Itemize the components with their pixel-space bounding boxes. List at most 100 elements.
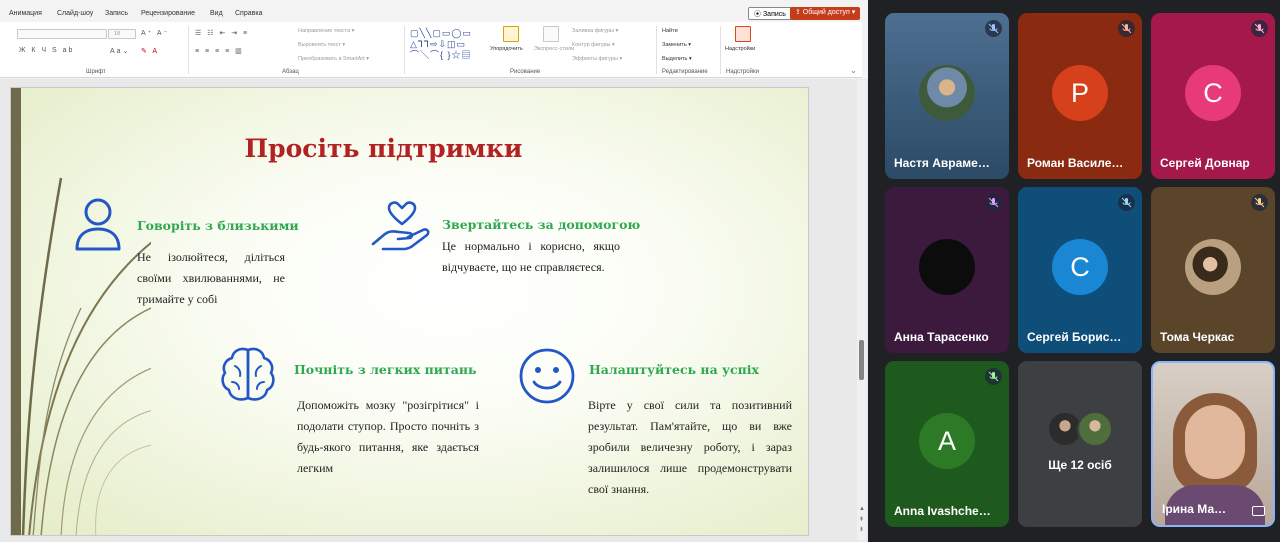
- shape-effects-label[interactable]: Эффекты фигуры ▾: [572, 56, 622, 62]
- participant-tile[interactable]: P Роман Василе…: [1018, 13, 1142, 179]
- text-format-icons[interactable]: Ж К Ч S ab: [19, 47, 74, 54]
- participant-avatar: C: [1052, 239, 1108, 295]
- ribbon-separator: [656, 26, 657, 74]
- participant-name: Сергей Довнар: [1160, 156, 1250, 170]
- muted-mic-icon: [985, 194, 1002, 211]
- addins-button[interactable]: Надстройки: [725, 46, 755, 52]
- item-body: Це нормально і корисно, якщо відчуваєте,…: [442, 239, 620, 274]
- font-family-select[interactable]: [17, 29, 107, 39]
- select-button[interactable]: Выделить ▾: [662, 56, 692, 62]
- participant-name: Ірина Ма…: [1162, 502, 1227, 516]
- text-direction-label[interactable]: Направление текста ▾: [298, 28, 354, 34]
- shape-outline-label[interactable]: Контур фигуры ▾: [572, 42, 615, 48]
- muted-mic-icon: [1251, 194, 1268, 211]
- font-color-icon[interactable]: ✎ A: [141, 47, 159, 55]
- ribbon-group-editing: Редактирование: [662, 69, 708, 75]
- more-participants-label: Ще 12 осіб: [1048, 458, 1112, 472]
- express-styles-icon[interactable]: [543, 26, 559, 42]
- menu-bar: Анимация Слайд-шоу Запись Рецензирование…: [0, 6, 868, 22]
- ribbon-group-paragraph: Абзац: [282, 69, 299, 75]
- participant-face: [1185, 405, 1245, 479]
- align-text-label[interactable]: Выровнять текст ▾: [298, 42, 345, 48]
- menu-help[interactable]: Справка: [235, 10, 262, 17]
- item-heading: Налаштуйтесь на успіх: [589, 362, 759, 377]
- ribbon-group-font: Шрифт: [86, 69, 106, 75]
- pin-screen-icon[interactable]: [1252, 506, 1265, 516]
- participant-name: Сергей Борис…: [1027, 330, 1122, 344]
- muted-mic-icon: [1118, 20, 1135, 37]
- person-icon: [75, 198, 121, 251]
- video-call-panel: Настя Авраме… P Роман Василе… C Сергей Д…: [868, 0, 1280, 542]
- next-slide-icon[interactable]: ⇟: [859, 526, 864, 533]
- arrange-label[interactable]: Упорядочить: [490, 46, 523, 52]
- app-root: Анимация Слайд-шоу Запись Рецензирование…: [0, 0, 1280, 542]
- shape-fill-label[interactable]: Заливка фигуры ▾: [572, 28, 618, 34]
- addins-icon[interactable]: [735, 26, 751, 42]
- record-button[interactable]: ⦿ Запись: [748, 7, 792, 20]
- participant-avatar: P: [1052, 65, 1108, 121]
- participant-tile[interactable]: Тома Черкас: [1151, 187, 1275, 353]
- vertical-scrollbar[interactable]: [857, 80, 866, 540]
- participant-tile[interactable]: Анна Тарасенко: [885, 187, 1009, 353]
- ribbon-group-addins: Надстройки: [726, 69, 759, 75]
- participant-tile[interactable]: C Сергей Довнар: [1151, 13, 1275, 179]
- scroll-up-arrow-icon[interactable]: ▲: [859, 506, 865, 512]
- participant-photo: [1185, 239, 1241, 295]
- replace-button[interactable]: Заменить ▾: [662, 42, 691, 48]
- slide-title: Просіть підтримки: [244, 134, 523, 163]
- scrollbar-thumb[interactable]: [859, 340, 864, 380]
- participant-name: Настя Авраме…: [894, 156, 990, 170]
- muted-mic-icon: [1118, 194, 1135, 211]
- font-size-value: 18: [114, 31, 121, 37]
- muted-mic-icon: [1251, 20, 1268, 37]
- item-body: Допоможіть мозку "розігрітися" і подолат…: [297, 398, 479, 475]
- menu-slideshow[interactable]: Слайд-шоу: [57, 10, 93, 17]
- prev-slide-icon[interactable]: ⇞: [859, 516, 864, 523]
- menu-review[interactable]: Рецензирование: [141, 10, 195, 17]
- hand-heart-icon: [371, 201, 430, 251]
- menu-view[interactable]: Вид: [210, 10, 223, 17]
- menu-record[interactable]: Запись: [105, 10, 128, 17]
- participant-avatar: C: [1185, 65, 1241, 121]
- participant-video-tile[interactable]: Ірина Ма…: [1151, 361, 1275, 527]
- arrange-icon[interactable]: [503, 26, 519, 42]
- brain-icon: [221, 347, 275, 401]
- muted-mic-icon: [985, 368, 1002, 385]
- item-body: Вірте у свої сили та позитивний результа…: [588, 398, 792, 496]
- muted-mic-icon: [985, 20, 1002, 37]
- ribbon-collapse-icon[interactable]: ⌄: [850, 66, 857, 75]
- font-grow-icon[interactable]: A⁺ A⁻: [141, 29, 169, 37]
- participant-name: Anna Ivashche…: [894, 504, 991, 518]
- text-case-icon[interactable]: Aa⌄: [110, 47, 130, 55]
- participant-photo: [919, 65, 975, 121]
- smile-icon: [519, 348, 575, 404]
- align-icons[interactable]: ≡ ≡ ≡ ≡ ▥: [195, 47, 244, 55]
- item-heading: Почніть з легких питань: [294, 362, 477, 377]
- ribbon-separator: [404, 26, 405, 74]
- express-styles-label[interactable]: Экспресс-стили: [534, 46, 574, 52]
- font-size-select[interactable]: 18: [108, 29, 136, 39]
- participant-tile[interactable]: A Anna Ivashche…: [885, 361, 1009, 527]
- ribbon-separator: [720, 26, 721, 74]
- participant-name: Тома Черкас: [1160, 330, 1235, 344]
- list-icons[interactable]: ☰ ☷ ⇤ ⇥ ≡: [195, 29, 249, 37]
- participant-avatar: [919, 239, 975, 295]
- participant-tile[interactable]: C Сергей Борис…: [1018, 187, 1142, 353]
- item-heading: Звертайтесь за допомогою: [442, 217, 641, 232]
- ribbon-group-drawing: Рисование: [510, 69, 541, 75]
- shapes-gallery[interactable]: ▢╲╲▢▭◯▭ △⅂⅂⇨⇩◫▭ ⌒╲⌒{ }☆▤: [410, 28, 488, 62]
- participant-thumb: [1077, 411, 1113, 447]
- share-button[interactable]: ⇪ Общий доступ ▾: [790, 7, 861, 20]
- participant-avatar: A: [919, 413, 975, 469]
- slide[interactable]: Просіть підтримки Говоріть з близькими Н…: [10, 87, 809, 536]
- menu-animation[interactable]: Анимация: [9, 10, 42, 17]
- ribbon-separator: [188, 26, 189, 74]
- ribbon: 18 A⁺ A⁻ Ж К Ч S ab Aa⌄ ✎ A Шрифт ☰ ☷ ⇤ …: [0, 22, 862, 78]
- smartart-label[interactable]: Преобразовать в SmartArt ▾: [298, 56, 369, 62]
- participant-name: Роман Василе…: [1027, 156, 1124, 170]
- find-button[interactable]: Найти: [662, 28, 678, 34]
- powerpoint-window: Анимация Слайд-шоу Запись Рецензирование…: [0, 0, 868, 542]
- more-participants-tile[interactable]: Ще 12 осіб: [1018, 361, 1142, 527]
- item-body: Не ізолюйтеся, діліться своїми хвилюванн…: [137, 250, 285, 306]
- participant-tile[interactable]: Настя Авраме…: [885, 13, 1009, 179]
